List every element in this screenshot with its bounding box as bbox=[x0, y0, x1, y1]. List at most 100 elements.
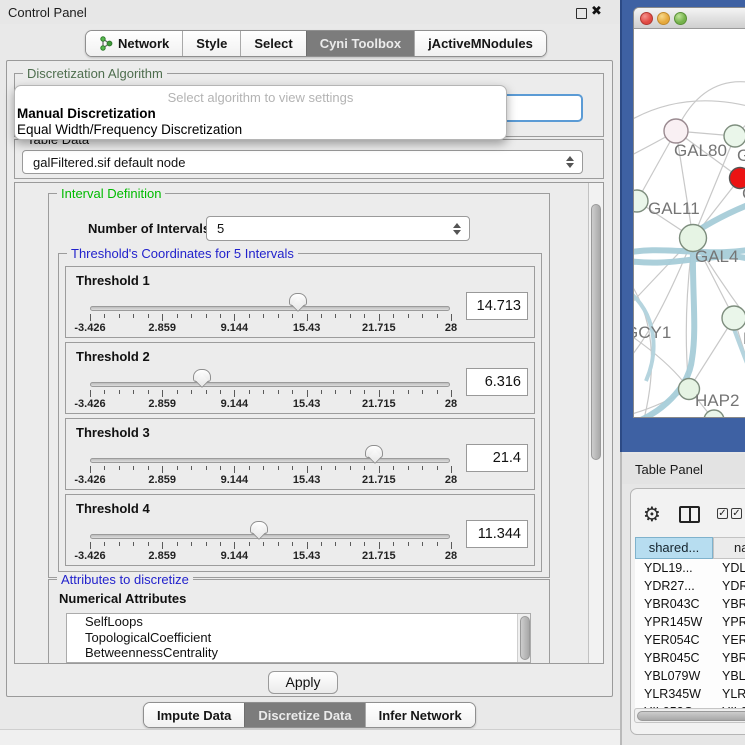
table-cell[interactable]: YDL1 bbox=[713, 559, 745, 577]
tab-infer-network[interactable]: Infer Network bbox=[365, 703, 475, 727]
table-cell[interactable]: YLR345W bbox=[635, 685, 713, 703]
float-window-icon[interactable] bbox=[576, 8, 587, 19]
slider-thumb[interactable] bbox=[250, 521, 268, 534]
table-row[interactable]: YBR045CYBR0 bbox=[635, 649, 745, 667]
attributes-group: Attributes to discretize Numerical Attri… bbox=[48, 579, 550, 664]
threshold-value-field[interactable] bbox=[466, 444, 528, 472]
window-zoom-icon[interactable] bbox=[674, 12, 687, 25]
threshold-label: Threshold 2 bbox=[76, 349, 150, 364]
list-item[interactable]: TopologicalCoefficient bbox=[67, 630, 530, 646]
threshold-value-field[interactable] bbox=[466, 368, 528, 396]
slider-thumb[interactable] bbox=[289, 293, 307, 306]
table-cell[interactable]: YBR045C bbox=[635, 649, 713, 667]
table-cell[interactable]: YBL0 bbox=[713, 667, 745, 685]
list-item[interactable]: SelfLoops bbox=[67, 614, 530, 630]
tick-mark bbox=[206, 542, 207, 546]
num-intervals-combobox[interactable]: 5 bbox=[206, 216, 470, 241]
column-header-shared-name[interactable]: shared... bbox=[635, 537, 713, 559]
apply-button[interactable]: Apply bbox=[268, 671, 338, 694]
tick-mark bbox=[278, 542, 279, 546]
tick-mark bbox=[148, 314, 149, 318]
table-cell[interactable]: YDR2 bbox=[713, 577, 745, 595]
tick-mark bbox=[249, 390, 250, 394]
slider-track[interactable] bbox=[90, 306, 450, 311]
tick-label: 9.144 bbox=[221, 398, 249, 410]
network-node[interactable] bbox=[722, 306, 745, 330]
network-node[interactable] bbox=[664, 119, 688, 143]
window-minimize-icon[interactable] bbox=[657, 12, 670, 25]
table-cell[interactable]: YBL079W bbox=[635, 667, 713, 685]
threshold-value-field[interactable] bbox=[466, 292, 528, 320]
tick-mark bbox=[379, 542, 380, 549]
network-node[interactable] bbox=[634, 190, 648, 212]
tick-mark bbox=[393, 390, 394, 394]
tick-mark bbox=[393, 466, 394, 470]
dropdown-option-equal-width[interactable]: Equal Width/Frequency Discretization bbox=[15, 122, 506, 138]
scrollbar-thumb[interactable] bbox=[637, 711, 745, 721]
gear-icon[interactable]: ⚙ bbox=[643, 502, 661, 527]
table-cell[interactable]: YPR145W bbox=[635, 613, 713, 631]
table-data-combobox[interactable]: galFiltered.sif default node bbox=[22, 150, 583, 174]
tick-label: 21.715 bbox=[362, 550, 396, 562]
scrollbar-thumb[interactable] bbox=[591, 204, 601, 460]
tick-mark bbox=[278, 390, 279, 394]
table-cell[interactable]: YBR043C bbox=[635, 595, 713, 613]
table-cell[interactable]: YDR27... bbox=[635, 577, 713, 595]
tick-mark bbox=[177, 466, 178, 470]
column-header-name[interactable]: na bbox=[713, 537, 745, 559]
table-cell[interactable]: YER0 bbox=[713, 631, 745, 649]
threshold-label: Threshold 1 bbox=[76, 273, 150, 288]
node-label: HAP2 bbox=[695, 391, 739, 410]
close-icon[interactable]: ✖ bbox=[591, 3, 602, 19]
tab-jactivemnodules[interactable]: jActiveMNodules bbox=[414, 31, 546, 56]
list-item[interactable]: BetweennessCentrality bbox=[67, 645, 530, 661]
tab-network[interactable]: Network bbox=[86, 31, 182, 56]
settings-scrollpane: Interval Definition Number of Intervals … bbox=[14, 182, 604, 664]
threshold-value-field[interactable] bbox=[466, 520, 528, 548]
tick-label: 15.43 bbox=[293, 550, 321, 562]
table-cell[interactable]: YPR1 bbox=[713, 613, 745, 631]
table-cell[interactable]: YDL19... bbox=[635, 559, 713, 577]
table-row[interactable]: YLR345WYLR3 bbox=[635, 685, 745, 703]
slider-track[interactable] bbox=[90, 534, 450, 539]
checkbox-icon[interactable]: ✓ bbox=[731, 508, 742, 519]
tick-mark bbox=[422, 390, 423, 394]
slider-track[interactable] bbox=[90, 382, 450, 387]
tab-select[interactable]: Select bbox=[240, 31, 305, 56]
checkbox-icon[interactable]: ✓ bbox=[717, 508, 728, 519]
slider-thumb[interactable] bbox=[193, 369, 211, 382]
tab-style[interactable]: Style bbox=[182, 31, 240, 56]
slider-thumb[interactable] bbox=[365, 445, 383, 458]
tab-discretize-data[interactable]: Discretize Data bbox=[244, 703, 364, 727]
table-row[interactable]: YBR043CYBR0 bbox=[635, 595, 745, 613]
tick-mark bbox=[292, 314, 293, 318]
node-label: GA bbox=[737, 146, 745, 165]
table-row[interactable]: YPR145WYPR1 bbox=[635, 613, 745, 631]
group-title: Discretization Algorithm bbox=[23, 66, 167, 81]
window-close-icon[interactable] bbox=[640, 12, 653, 25]
network-window-titlebar[interactable] bbox=[634, 8, 745, 29]
table-cell[interactable]: YBR0 bbox=[713, 649, 745, 667]
dropdown-option-manual[interactable]: Manual Discretization bbox=[15, 106, 506, 122]
table-row[interactable]: YER054CYER0 bbox=[635, 631, 745, 649]
attr-items: SelfLoopsTopologicalCoefficientBetweenne… bbox=[67, 614, 530, 661]
table-row[interactable]: YDL19...YDL1 bbox=[635, 559, 745, 577]
tab-cyni-toolbox[interactable]: Cyni Toolbox bbox=[306, 31, 414, 56]
tab-impute-data[interactable]: Impute Data bbox=[144, 703, 244, 727]
network-node[interactable] bbox=[724, 125, 745, 147]
slider-track[interactable] bbox=[90, 458, 450, 463]
table-cell[interactable]: YER054C bbox=[635, 631, 713, 649]
dropdown-placeholder-option[interactable]: Select algorithm to view settings bbox=[15, 89, 506, 106]
interval-definition-group: Interval Definition Number of Intervals … bbox=[48, 193, 550, 578]
node-label: GAL11 bbox=[648, 199, 700, 218]
bottom-tab-bar: Impute Data Discretize Data Infer Networ… bbox=[143, 702, 476, 728]
table-row[interactable]: YDR27...YDR2 bbox=[635, 577, 745, 595]
table-cell[interactable]: YBR0 bbox=[713, 595, 745, 613]
tick-mark bbox=[90, 466, 91, 473]
tick-label: 9.144 bbox=[221, 550, 249, 562]
split-columns-icon[interactable] bbox=[679, 506, 700, 523]
table-row[interactable]: YBL079WYBL0 bbox=[635, 667, 745, 685]
network-canvas[interactable]: GAL80 GA C GAL11 GAL4 GCY1 H HAP2 bbox=[634, 29, 745, 418]
scrollbar-thumb[interactable] bbox=[520, 616, 530, 660]
table-cell[interactable]: YLR3 bbox=[713, 685, 745, 703]
